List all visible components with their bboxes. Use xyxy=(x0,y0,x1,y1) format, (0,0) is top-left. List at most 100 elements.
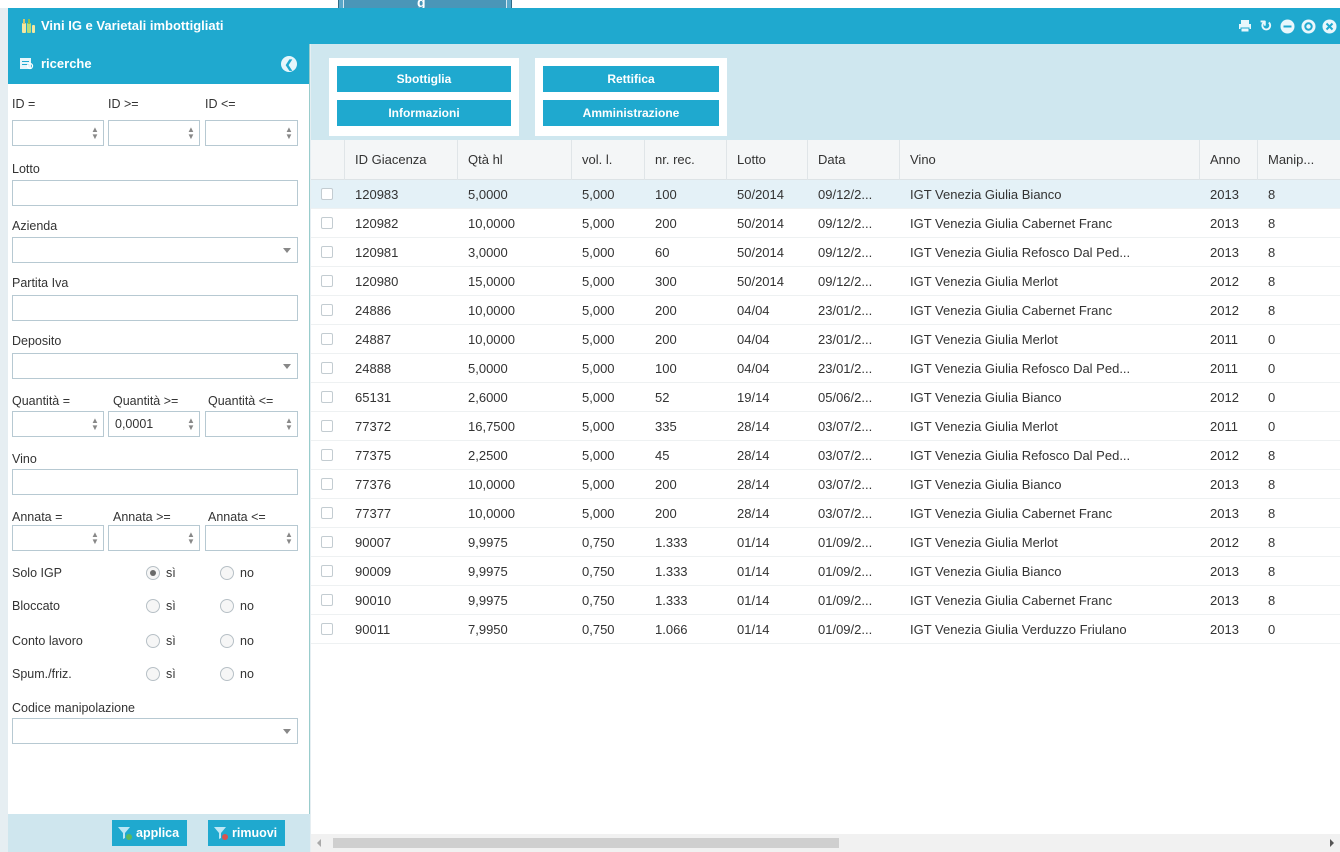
close-icon[interactable] xyxy=(1320,17,1338,35)
amministrazione-button[interactable]: Amministrazione xyxy=(543,100,719,126)
table-row[interactable]: 90009 9,9975 0,750 1.333 01/14 01/09/2... IGT … xyxy=(311,557,1340,586)
chevron-down-icon[interactable] xyxy=(283,248,291,253)
lotto-label: Lotto xyxy=(12,162,40,176)
vino-input[interactable] xyxy=(12,469,298,495)
remove-filter-button[interactable]: rimuovi xyxy=(208,820,286,846)
table-row[interactable]: 120982 10,0000 5,000 200 50/2014 09/12/2... IG… xyxy=(311,209,1340,238)
scrollbar-thumb[interactable] xyxy=(333,838,839,848)
id-le-input[interactable]: ▲ ▼ xyxy=(205,120,298,146)
table-row[interactable]: 77375 2,2500 5,000 45 28/14 03/07/2... IGT Ven… xyxy=(311,441,1340,470)
table-cell: 28/14 xyxy=(737,506,770,521)
table-row[interactable]: 90007 9,9975 0,750 1.333 01/14 01/09/2... IGT … xyxy=(311,528,1340,557)
row-checkbox[interactable] xyxy=(321,246,333,258)
table-row[interactable]: 77377 10,0000 5,000 200 28/14 03/07/2... IGT V… xyxy=(311,499,1340,528)
table-cell: 5,000 xyxy=(582,390,615,405)
annata-le-input[interactable]: ▲ ▼ xyxy=(205,525,298,551)
row-checkbox[interactable] xyxy=(321,507,333,519)
qta-le-input[interactable]: ▲ ▼ xyxy=(205,411,298,437)
spinner-icon[interactable]: ▲ ▼ xyxy=(285,126,293,141)
id-eq-input[interactable]: ▲ ▼ xyxy=(12,120,104,146)
spinner-icon[interactable]: ▲ ▼ xyxy=(91,126,99,141)
informazioni-button[interactable]: Informazioni xyxy=(337,100,511,126)
row-checkbox[interactable] xyxy=(321,420,333,432)
column-header[interactable]: Anno xyxy=(1200,140,1258,180)
column-header[interactable]: Data xyxy=(808,140,900,180)
table-row[interactable]: 90011 7,9950 0,750 1.066 01/14 01/09/2... IGT … xyxy=(311,615,1340,644)
spinner-icon[interactable]: ▲ ▼ xyxy=(91,417,99,432)
row-checkbox[interactable] xyxy=(321,188,333,200)
row-checkbox[interactable] xyxy=(321,333,333,345)
spinner-icon[interactable]: ▲ ▼ xyxy=(285,531,293,546)
qta-eq-input[interactable]: ▲ ▼ xyxy=(12,411,104,437)
annata-eq-input[interactable]: ▲ ▼ xyxy=(12,525,104,551)
column-header[interactable]: Lotto xyxy=(727,140,808,180)
spinner-icon[interactable]: ▲ ▼ xyxy=(91,531,99,546)
conto-lavoro-no-radio[interactable] xyxy=(220,634,234,648)
row-checkbox[interactable] xyxy=(321,478,333,490)
conto-lavoro-si-radio[interactable] xyxy=(146,634,160,648)
row-checkbox[interactable] xyxy=(321,449,333,461)
table-row[interactable]: 24887 10,0000 5,000 200 04/04 23/01/2... IGT V… xyxy=(311,325,1340,354)
select-all-column[interactable] xyxy=(311,140,345,180)
bloccato-si-radio[interactable] xyxy=(146,599,160,613)
solo-igp-no-radio[interactable] xyxy=(220,566,234,580)
table-row[interactable]: 120981 3,0000 5,000 60 50/2014 09/12/2... IGT … xyxy=(311,238,1340,267)
table-row[interactable]: 90010 9,9975 0,750 1.333 01/14 01/09/2... IGT … xyxy=(311,586,1340,615)
table-row[interactable]: 120983 5,0000 5,000 100 50/2014 09/12/2... IGT… xyxy=(311,180,1340,209)
annata-ge-input[interactable]: ▲ ▼ xyxy=(108,525,200,551)
table-row[interactable]: 77376 10,0000 5,000 200 28/14 03/07/2... IGT V… xyxy=(311,470,1340,499)
spinner-icon[interactable]: ▲ ▼ xyxy=(187,417,195,432)
row-checkbox[interactable] xyxy=(321,594,333,606)
row-checkbox[interactable] xyxy=(321,275,333,287)
table-cell: 200 xyxy=(655,216,677,231)
apply-filter-button[interactable]: applica xyxy=(112,820,188,846)
codice-manipolazione-select[interactable] xyxy=(12,718,298,744)
column-header[interactable]: Qtà hl xyxy=(458,140,572,180)
column-header[interactable]: ID Giacenza xyxy=(345,140,458,180)
column-header[interactable]: Manip... xyxy=(1258,140,1340,180)
table-row[interactable]: 120980 15,0000 5,000 300 50/2014 09/12/2... IG… xyxy=(311,267,1340,296)
chevron-down-icon[interactable] xyxy=(283,364,291,369)
qta-ge-input[interactable]: 0,0001 ▲ ▼ xyxy=(108,411,200,437)
spinner-icon[interactable]: ▲ ▼ xyxy=(187,126,195,141)
rettifica-button[interactable]: Rettifica xyxy=(543,66,719,92)
spum-friz-no-radio[interactable] xyxy=(220,667,234,681)
bloccato-no-radio[interactable] xyxy=(220,599,234,613)
id-ge-input[interactable]: ▲ ▼ xyxy=(108,120,200,146)
table-cell: 28/14 xyxy=(737,448,770,463)
horizontal-scrollbar[interactable] xyxy=(311,834,1340,852)
column-header[interactable]: Vino xyxy=(900,140,1200,180)
row-checkbox[interactable] xyxy=(321,362,333,374)
row-checkbox[interactable] xyxy=(321,217,333,229)
azienda-select[interactable] xyxy=(12,237,298,263)
spinner-icon[interactable]: ▲ ▼ xyxy=(187,531,195,546)
table-row[interactable]: 24886 10,0000 5,000 200 04/04 23/01/2... IGT V… xyxy=(311,296,1340,325)
minimize-icon[interactable] xyxy=(1278,17,1296,35)
print-icon[interactable] xyxy=(1236,17,1254,35)
deposito-select[interactable] xyxy=(12,353,298,379)
spinner-icon[interactable]: ▲ ▼ xyxy=(285,417,293,432)
main-content: Sbottiglia Informazioni Rettifica Ammini… xyxy=(311,44,1340,852)
partita-iva-input[interactable] xyxy=(12,295,298,321)
row-checkbox[interactable] xyxy=(321,565,333,577)
lotto-input[interactable] xyxy=(12,180,298,206)
column-header[interactable]: nr. rec. xyxy=(645,140,727,180)
row-checkbox[interactable] xyxy=(321,391,333,403)
scroll-left-icon[interactable] xyxy=(317,839,321,847)
row-checkbox[interactable] xyxy=(321,623,333,635)
collapse-panel-icon[interactable]: ❮ xyxy=(281,56,297,72)
solo-igp-si-radio[interactable] xyxy=(146,566,160,580)
column-header[interactable]: vol. l. xyxy=(572,140,645,180)
table-row[interactable]: 24888 5,0000 5,000 100 04/04 23/01/2... IGT Ve… xyxy=(311,354,1340,383)
refresh-icon[interactable]: ↻ xyxy=(1257,17,1275,35)
sbottiglia-button[interactable]: Sbottiglia xyxy=(337,66,511,92)
search-list-icon xyxy=(20,58,34,70)
spum-friz-si-radio[interactable] xyxy=(146,667,160,681)
table-row[interactable]: 77372 16,7500 5,000 335 28/14 03/07/2... IGT V… xyxy=(311,412,1340,441)
restore-icon[interactable] xyxy=(1299,17,1317,35)
scroll-right-icon[interactable] xyxy=(1330,839,1334,847)
row-checkbox[interactable] xyxy=(321,536,333,548)
row-checkbox[interactable] xyxy=(321,304,333,316)
table-row[interactable]: 65131 2,6000 5,000 52 19/14 05/06/2... IGT Ven… xyxy=(311,383,1340,412)
chevron-down-icon[interactable] xyxy=(283,729,291,734)
